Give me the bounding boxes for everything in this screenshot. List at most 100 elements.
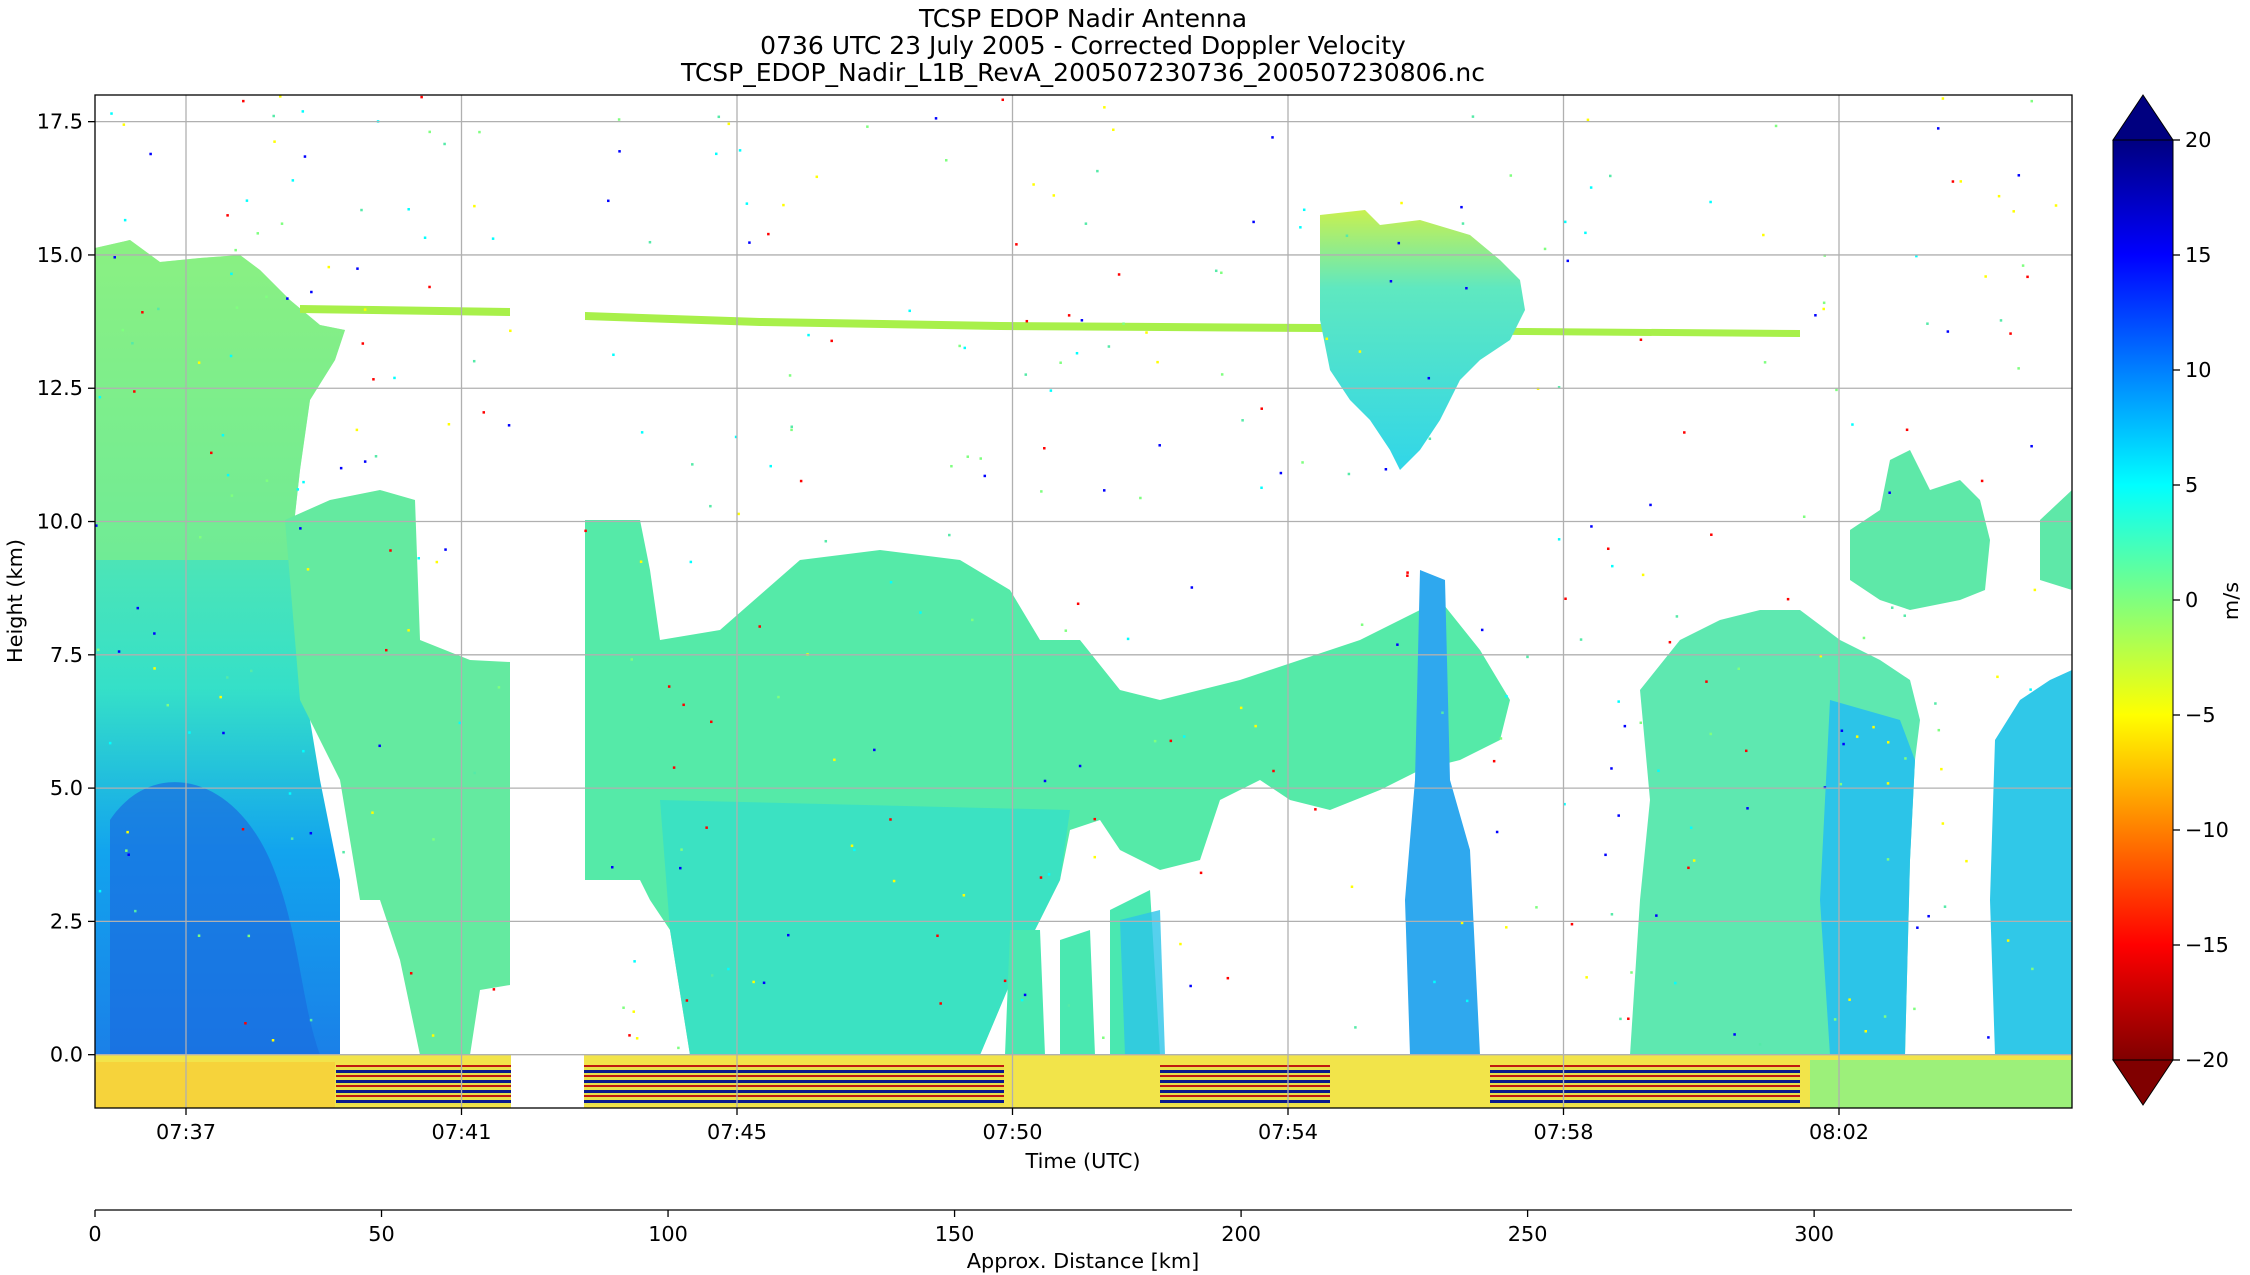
noise-speckle — [710, 720, 713, 724]
title-line-2: 0736 UTC 23 July 2005 - Corrected Dopple… — [760, 31, 1406, 60]
noise-speckle — [1589, 186, 1593, 189]
noise-speckle — [221, 433, 225, 437]
surface-band-hatch-b — [584, 1065, 1004, 1105]
noise-speckle — [1226, 976, 1230, 980]
noise-speckle — [378, 744, 381, 748]
noise-speckle — [1763, 361, 1767, 364]
colorbar-tick-label: −10 — [2185, 818, 2229, 842]
noise-speckle — [153, 667, 156, 670]
noise-speckle — [1461, 222, 1465, 225]
noise-speckle — [2054, 204, 2058, 207]
noise-speckle — [1347, 472, 1351, 476]
noise-speckle — [372, 378, 375, 381]
surface-band-right — [1810, 1060, 2072, 1108]
noise-speckle — [866, 125, 869, 128]
noise-speckle — [1499, 737, 1503, 740]
noise-speckle — [110, 112, 113, 115]
noise-speckle — [226, 214, 229, 217]
noise-speckle — [235, 306, 239, 309]
noise-speckle — [1535, 906, 1538, 909]
noise-speckle — [1951, 180, 1955, 183]
noise-speckle — [286, 297, 289, 300]
noise-speckle — [1617, 700, 1620, 703]
noise-speckle — [265, 479, 269, 482]
noise-speckle — [1084, 222, 1088, 225]
noise-speckle — [950, 464, 953, 468]
noise-speckle — [714, 152, 718, 156]
noise-speckle — [1802, 515, 1806, 518]
surface-band-left-strong — [95, 1062, 335, 1108]
noise-speckle — [1606, 547, 1610, 551]
noise-speckle — [409, 972, 413, 975]
noise-speckle — [593, 659, 597, 663]
noise-speckle — [1024, 373, 1028, 376]
noise-speckle — [908, 309, 911, 313]
noise-speckle — [1465, 286, 1468, 290]
x-tick-label: 07:54 — [1258, 1120, 1318, 1144]
noise-speckle — [290, 837, 294, 840]
noise-speckle — [117, 650, 121, 653]
noise-speckle — [830, 339, 833, 343]
noise-speckle — [265, 295, 268, 299]
noise-speckle — [472, 359, 476, 363]
noise-speckle — [1627, 1017, 1630, 1021]
noise-speckle — [1067, 1004, 1071, 1007]
noise-speckle — [672, 766, 676, 769]
y-tick-label: 2.5 — [50, 909, 83, 933]
distance-tick-label: 0 — [88, 1222, 101, 1246]
noise-speckle — [310, 290, 313, 294]
noise-speckle — [432, 838, 435, 841]
noise-speckle — [125, 849, 128, 852]
noise-speckle — [1904, 757, 1907, 760]
noise-speckle — [113, 256, 116, 259]
noise-speckle — [1107, 345, 1111, 348]
noise-speckle — [1179, 942, 1182, 946]
noise-speckle — [1102, 489, 1106, 492]
noise-speckle — [1505, 926, 1508, 929]
noise-speckle — [1182, 735, 1186, 738]
colorbar-tick-label: −20 — [2185, 1048, 2229, 1072]
noise-speckle — [1302, 208, 1306, 212]
noise-speckle — [1460, 205, 1463, 209]
noise-speckle — [230, 272, 233, 276]
noise-speckle — [108, 741, 112, 745]
noise-speckle — [288, 792, 292, 795]
noise-speckle — [363, 460, 367, 463]
noise-speckle — [1639, 338, 1643, 341]
noise-speckle — [482, 411, 486, 414]
x-tick-label: 07:45 — [707, 1120, 767, 1144]
noise-speckle — [1903, 614, 1907, 617]
noise-speckle — [717, 115, 721, 119]
noise-speckle — [1733, 1033, 1736, 1036]
noise-speckle — [1959, 180, 1963, 183]
noise-speckle — [1943, 905, 1947, 908]
noise-speckle — [1389, 280, 1393, 283]
noise-speckle — [1314, 808, 1317, 811]
noise-speckle — [788, 374, 792, 377]
noise-speckle — [1102, 1036, 1105, 1040]
noise-speckle — [1927, 914, 1930, 918]
noise-speckle — [691, 463, 694, 466]
noise-speckle — [2030, 444, 2033, 448]
noise-speckle — [363, 308, 367, 311]
noise-speckle — [633, 960, 636, 963]
noise-speckle — [1913, 1007, 1916, 1011]
noise-speckle — [853, 848, 856, 852]
noise-speckle — [417, 557, 421, 560]
noise-speckle — [1916, 926, 1919, 929]
noise-speckle — [1851, 423, 1854, 426]
noise-speckle — [1043, 779, 1047, 783]
noise-speckle — [1934, 702, 1937, 705]
noise-speckle — [1564, 597, 1567, 601]
noise-speckle — [473, 771, 476, 775]
noise-speckle — [1078, 764, 1082, 768]
noise-speckle — [302, 480, 305, 484]
noise-speckle — [1883, 1015, 1887, 1018]
noise-speckle — [256, 232, 260, 235]
noise-speckle — [815, 175, 819, 179]
noise-speckle — [677, 1046, 680, 1050]
noise-speckle — [1214, 269, 1218, 273]
noise-speckle — [1675, 615, 1679, 618]
noise-speckle — [458, 721, 462, 725]
noise-speckle — [1946, 330, 1950, 333]
